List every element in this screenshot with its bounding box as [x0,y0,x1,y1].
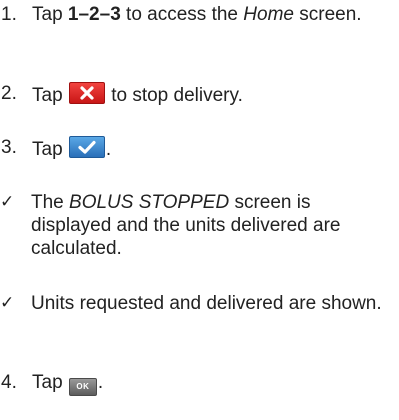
step-text-part: Tap [32,85,68,106]
step-text-part: to access the [120,4,244,25]
instruction-list: 1. Tap 1–2–3 to access the Home screen. … [0,0,399,420]
step-text: Tap . [32,136,399,161]
checkmark-icon: ✓ [0,293,15,313]
result-text: Units requested and delivered are shown. [31,293,382,314]
home-screen-label: Home [243,4,294,25]
step-text-part: screen. [293,4,362,25]
step-text-part: Tap [32,372,68,393]
checkmark-icon: ✓ [0,192,15,212]
step-text-part: Tap [32,4,68,25]
bolus-stopped-label: BOLUS STOPPED [69,192,230,213]
step-3: 3. Tap . [0,136,399,161]
confirm-check-icon [68,136,105,158]
result-units-shown: ✓ Units requested and delivered are show… [0,292,399,315]
step-number: 2. [1,83,17,104]
step-4: 4. Tap OK. [0,371,399,396]
ok-button-icon: OK [68,378,97,396]
step-text: Tap 1–2–3 to access the Home screen. [32,3,399,26]
step-1: 1. Tap 1–2–3 to access the Home screen. [0,3,399,26]
step-text-part: to stop delivery. [105,85,243,106]
step-2: 2. Tap to stop delivery. [0,82,399,107]
step-number: 1. [1,4,17,25]
step-text-part: . [105,139,112,160]
step-text: Tap OK. [32,371,399,396]
step-number: 3. [1,137,17,158]
step-text-part: Tap [32,139,68,160]
keypad-label: 1–2–3 [67,4,121,25]
result-text: The BOLUS STOPPED screen is displayed an… [31,191,399,260]
step-text: Tap to stop delivery. [32,82,399,107]
stop-delivery-x-icon [68,82,105,104]
step-number: 4. [1,372,17,393]
step-text-part: . [97,372,104,393]
result-bolus-stopped: ✓ The BOLUS STOPPED screen is displayed … [0,191,399,260]
result-text-part: The [31,192,70,213]
